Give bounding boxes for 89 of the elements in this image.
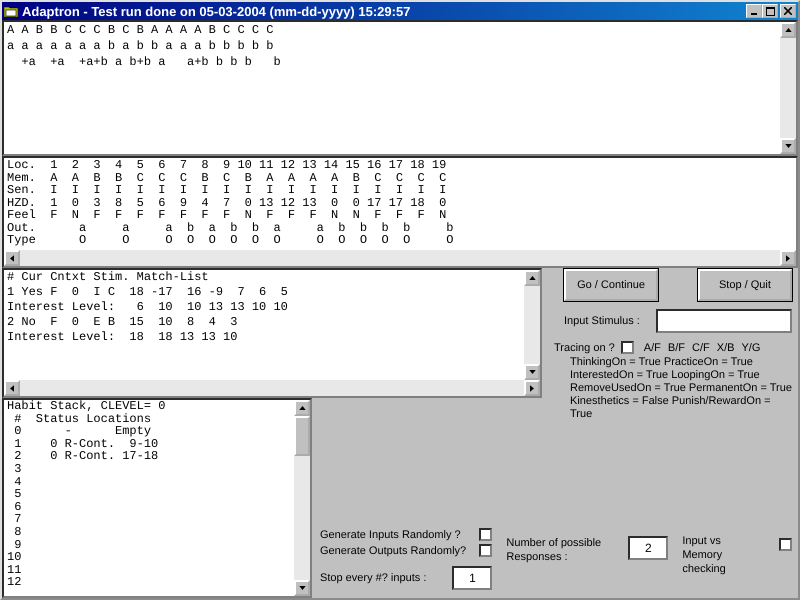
tracing-option: A/F xyxy=(644,342,661,354)
scroll-up-button[interactable] xyxy=(524,270,540,286)
up-arrow-icon xyxy=(528,276,536,280)
match-line: 1 Yes F 0 I C 18 -17 16 -9 7 6 5 xyxy=(6,285,289,300)
settings-line: RemoveUsedOn = True PermanentOn = True xyxy=(570,382,792,395)
habit-line: Habit Stack, CLEVEL= 0 xyxy=(6,400,166,413)
close-button[interactable] xyxy=(780,4,796,18)
habit-line: 8 xyxy=(13,526,22,539)
scroll-right-button[interactable] xyxy=(524,380,540,396)
input-stimulus-field[interactable] xyxy=(656,309,792,333)
scrollbar[interactable] xyxy=(524,270,540,380)
habit-line: 3 xyxy=(13,462,22,476)
scroll-left-button[interactable] xyxy=(4,250,20,266)
window-title: Adaptron - Test run done on 05-03-2004 (mm-dd-yyyy) 15:29:57 xyxy=(22,4,412,18)
folder-icon xyxy=(4,5,18,17)
left-arrow-icon xyxy=(10,254,14,262)
scrollbar[interactable] xyxy=(294,400,310,596)
match-line: 2 No F 0 E B 15 10 8 4 3 xyxy=(6,315,238,330)
tracing-label: Tracing on ? xyxy=(554,342,615,354)
random-inputs-label: Generate Inputs Randomly ? xyxy=(320,528,461,540)
up-arrow-icon xyxy=(298,406,306,410)
habit-line: 10 xyxy=(6,551,22,564)
match-line: Interest Level: 6 10 10 13 13 10 10 xyxy=(6,300,289,315)
memory-row-text: HZD. 1 0 3 8 5 6 9 4 7 0 13 12 13 0 0 17 17 18 0 xyxy=(6,196,448,209)
right-arrow-icon xyxy=(786,254,790,262)
up-arrow-icon xyxy=(784,28,792,32)
scrollbar[interactable] xyxy=(780,22,796,154)
checkbox[interactable] xyxy=(479,528,492,541)
minimize-button[interactable] xyxy=(746,4,762,18)
input-stimulus-label: Input Stimulus : xyxy=(564,315,640,327)
match-line: # Cur Cntxt Stim. Match-List xyxy=(6,270,210,285)
memory-row-text: Sen. I I I I I I I I I I I I I I I I I I I xyxy=(6,184,448,196)
scroll-up-button[interactable] xyxy=(780,22,796,38)
action-button[interactable]: Go / Continue xyxy=(564,269,658,301)
scrollbar[interactable] xyxy=(4,250,796,266)
left-arrow-icon xyxy=(10,384,14,392)
tracing-option: Y/G xyxy=(741,342,760,354)
maximize-icon xyxy=(766,6,774,16)
habit-line: # Status Locations xyxy=(13,412,152,426)
memory-check-label: Input vs Memory checking xyxy=(682,534,727,577)
scroll-down-button[interactable] xyxy=(780,138,796,154)
down-arrow-icon xyxy=(528,370,536,374)
checkbox[interactable] xyxy=(778,538,792,551)
memory-row-text: Loc. 1 2 3 4 5 6 7 8 9 10 11 12 13 14 15 16 17 18 19 xyxy=(6,159,448,172)
memory-row-text: Feel F N F F F F F F F N F F F N N F F F N xyxy=(6,209,448,222)
scroll-thumb[interactable] xyxy=(294,416,310,456)
responses-field[interactable]: 2 xyxy=(628,536,668,560)
habit-line: 12 xyxy=(6,576,22,589)
scroll-up-button[interactable] xyxy=(294,400,310,416)
random-outputs-label: Generate Outputs Randomly? xyxy=(320,544,466,556)
tracing-option: B/F xyxy=(668,342,685,354)
memory-row-text: Type O O O O O O O O O O O O O O xyxy=(6,234,454,246)
maximize-button[interactable] xyxy=(762,4,778,18)
habit-line: 5 xyxy=(13,488,22,501)
stop-every-label: Stop every #? inputs : xyxy=(320,572,426,584)
close-icon xyxy=(784,7,792,15)
settings-line: ThinkingOn = True PracticeOn = True xyxy=(570,356,754,369)
habit-line: 11 xyxy=(6,564,22,576)
tracing-option: C/F xyxy=(692,342,710,354)
right-arrow-icon xyxy=(530,384,534,392)
memory-row-text: Out. a a a b a b b a a b b b b b xyxy=(6,222,454,234)
settings-line: True xyxy=(570,408,594,421)
scroll-right-button[interactable] xyxy=(780,250,796,266)
action-button[interactable]: Stop / Quit xyxy=(698,269,792,301)
habit-line: 4 xyxy=(13,476,22,488)
scroll-left-button[interactable] xyxy=(4,380,20,396)
habit-line: 9 xyxy=(13,538,22,552)
scroll-down-button[interactable] xyxy=(294,580,310,596)
sequence-line: +a +a +a+b a b+b a a+b b b b b xyxy=(20,54,282,70)
scrollbar[interactable] xyxy=(4,380,540,396)
checkbox[interactable] xyxy=(479,544,492,557)
sequence-line: A A B B C C C B C B A A A A B C C C C xyxy=(6,22,274,38)
habit-line: 0 - Empty xyxy=(13,425,152,438)
settings-line: InterestedOn = True LoopingOn = True xyxy=(570,369,761,382)
habit-line: 1 0 R-Cont. 9-10 xyxy=(13,438,160,450)
memory-row-text: Mem. A A B B C C C B C B A A A A B C C C C xyxy=(6,172,448,184)
checkbox[interactable] xyxy=(620,341,634,354)
habit-line: 6 xyxy=(13,500,22,514)
sequence-line: a a a a a a a b a b b a a a b b b b b xyxy=(6,38,274,54)
match-line: Interest Level: 18 18 13 13 10 xyxy=(6,330,238,345)
habit-line: 7 xyxy=(13,513,22,526)
responses-label: Number of possible Responses : xyxy=(506,536,602,565)
tracing-option: X/B xyxy=(716,342,734,354)
settings-line: Kinesthetics = False Punish/RewardOn = xyxy=(570,395,772,408)
down-arrow-icon xyxy=(298,586,306,590)
down-arrow-icon xyxy=(784,144,792,148)
scroll-down-button[interactable] xyxy=(524,364,540,380)
stop-every-field[interactable]: 1 xyxy=(452,566,492,590)
habit-line: 2 0 R-Cont. 17-18 xyxy=(13,450,160,463)
